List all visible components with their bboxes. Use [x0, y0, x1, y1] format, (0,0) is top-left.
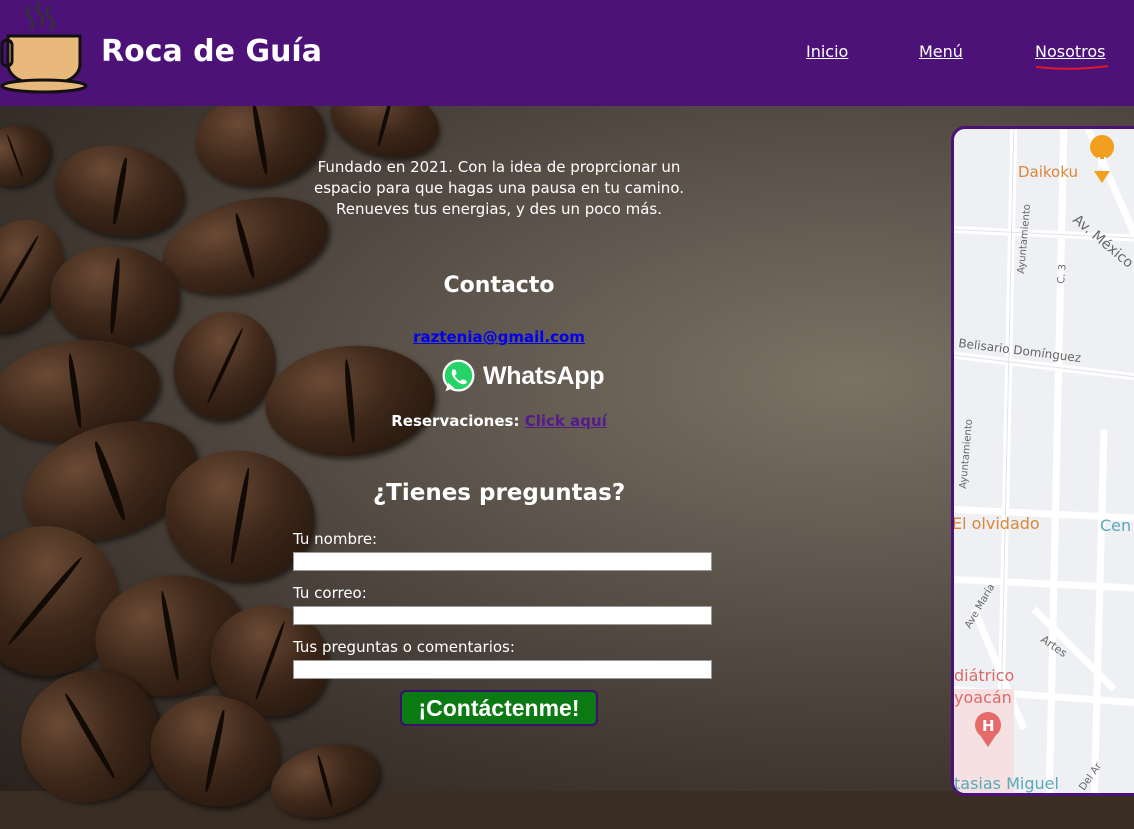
contact-submit-button[interactable]: ¡Contáctenme! — [400, 690, 598, 726]
email-input[interactable] — [293, 606, 712, 625]
map-label: Ayuntamiento — [1016, 204, 1033, 275]
contact-heading: Contacto — [443, 273, 555, 298]
active-nav-underline — [1035, 65, 1109, 70]
questions-heading: ¿Tienes preguntas? — [372, 480, 626, 506]
map-label: El olvidado — [954, 514, 1040, 533]
map-label: Cen — [1100, 516, 1131, 535]
map-label: diátrico — [954, 666, 1014, 685]
reservations-label: Reservaciones: — [391, 412, 520, 430]
coffee-cup-logo-icon[interactable] — [0, 0, 90, 100]
name-label: Tu nombre: — [293, 530, 378, 548]
reservations-link[interactable]: Click aquí — [525, 412, 607, 430]
nav-link-menu[interactable]: Menú — [919, 42, 963, 61]
bean — [48, 135, 192, 247]
nav-link-inicio[interactable]: Inicio — [806, 42, 848, 61]
bean — [260, 338, 440, 464]
map-label: tasias Miguel — [954, 774, 1059, 793]
map-label: Ayuntamiento — [958, 419, 975, 490]
brand-title: Roca de Guía — [101, 34, 322, 69]
email-link[interactable]: raztenia@gmail.com — [290, 328, 708, 346]
bean — [0, 115, 59, 197]
map-label: Av. México — [1069, 212, 1134, 272]
whatsapp-link[interactable]: WhatsApp — [440, 357, 605, 395]
comments-input[interactable] — [293, 660, 712, 679]
bean — [262, 732, 388, 829]
map-label: yoacán — [954, 688, 1012, 707]
whatsapp-icon — [442, 359, 475, 392]
svg-text:H: H — [982, 717, 995, 735]
map-label: Daikoku — [1018, 163, 1078, 181]
reservations-line: Reservaciones: Click aquí — [290, 412, 708, 430]
comments-label: Tus preguntas o comentarios: — [293, 638, 515, 656]
map-canvas: H Daikoku Av. México Ayuntamiento C. 3 B… — [954, 129, 1134, 793]
map-label: Del Ar — [1077, 760, 1104, 792]
embedded-map[interactable]: H Daikoku Av. México Ayuntamiento C. 3 B… — [951, 126, 1134, 796]
nav-link-nosotros[interactable]: Nosotros — [1035, 42, 1106, 61]
whatsapp-label: WhatsApp — [483, 361, 605, 390]
about-text: Fundado en 2021. Con la idea de proprcio… — [313, 158, 684, 218]
site-header: Roca de Guía Inicio Menú Nosotros — [0, 0, 1134, 106]
email-label: Tu correo: — [293, 584, 367, 602]
map-label: C. 3 — [1056, 264, 1069, 285]
name-input[interactable] — [293, 552, 712, 571]
